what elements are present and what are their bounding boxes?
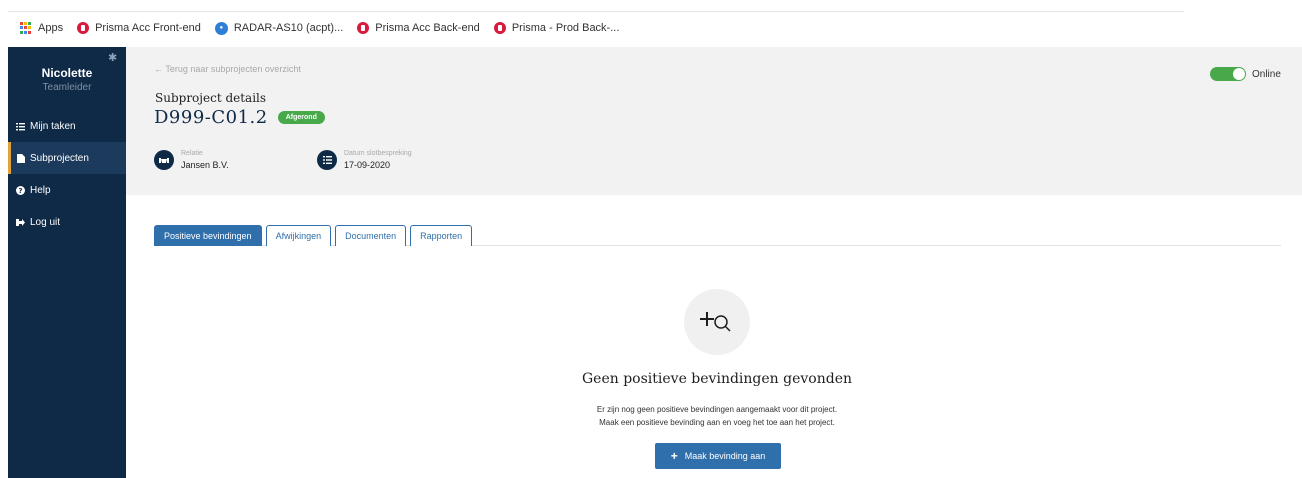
sidebar-item-label: Log uit (30, 216, 61, 228)
tab-documenten[interactable]: Documenten (335, 225, 407, 246)
tab-positieve-bevindingen[interactable]: Positieve bevindingen (154, 225, 262, 246)
empty-state-text: Er zijn nog geen positieve bevindingen a… (467, 403, 967, 429)
gear-icon[interactable]: ✱ (108, 53, 118, 64)
add-search-icon (700, 312, 731, 332)
create-finding-label: Maak bevinding aan (684, 451, 766, 461)
prisma-icon (77, 22, 90, 34)
subproject-header: ← Terug naar subprojecten overzicht Subp… (126, 47, 1302, 195)
datum-label: Datum slotbespreking (344, 150, 412, 157)
empty-state-illustration (684, 289, 750, 355)
tab-bar: Positieve bevindingen Afwijkingen Docume… (154, 225, 1281, 246)
datum-value: 17-09-2020 (344, 160, 391, 170)
online-toggle-group: Online (1210, 67, 1281, 81)
sidebar: ✱ Nicolette Teamleider Mijn taken Subpro… (8, 47, 126, 478)
browser-divider (8, 11, 1184, 12)
bookmark-prisma-acc-back-end[interactable]: Prisma Acc Back-end (357, 22, 480, 34)
back-link[interactable]: ← Terug naar subprojecten overzicht (154, 64, 301, 74)
toggle-knob (1233, 68, 1245, 80)
bookmark-list: Apps Prisma Acc Front-end ● RADAR-AS10 (… (20, 20, 633, 36)
user-name: Nicolette (41, 66, 93, 80)
sidebar-item-mijn-taken[interactable]: Mijn taken (8, 110, 126, 142)
tab-afwijkingen[interactable]: Afwijkingen (265, 225, 332, 246)
relatie-label: Relatie (181, 150, 203, 157)
radar-icon: ● (214, 21, 228, 35)
bookmarks-bar: Apps Prisma Acc Front-end ● RADAR-AS10 (… (0, 0, 1302, 40)
bookmark-apps[interactable]: Apps (20, 22, 63, 34)
sidebar-item-label: Help (30, 184, 51, 196)
title-row: D999-C01.2 Afgerond (154, 107, 325, 128)
create-finding-button[interactable]: + Maak bevinding aan (655, 443, 781, 469)
page-subtitle: Subproject details (155, 91, 267, 105)
user-panel: ✱ Nicolette Teamleider (8, 47, 126, 109)
empty-state-line2: Maak een positieve bevinding aan en voeg… (599, 418, 835, 427)
bookmark-label: RADAR-AS10 (acpt)... (233, 22, 344, 34)
list-icon (317, 150, 337, 170)
tab-rapporten[interactable]: Rapporten (410, 225, 473, 246)
online-toggle[interactable] (1210, 67, 1246, 81)
user-role: Teamleider (42, 82, 92, 93)
bookmark-label: Prisma - Prod Back-... (511, 22, 620, 34)
sidebar-item-help[interactable]: ? Help (8, 174, 126, 206)
sidebar-item-log-uit[interactable]: Log uit (8, 206, 126, 238)
plus-icon: + (670, 449, 678, 463)
prisma-icon (493, 22, 506, 34)
sidebar-item-label: Mijn taken (30, 120, 76, 132)
bookmark-radar-as10[interactable]: ● RADAR-AS10 (acpt)... (214, 21, 344, 35)
svg-text:?: ? (18, 187, 22, 195)
handshake-icon (154, 150, 174, 170)
list-icon (16, 122, 25, 131)
relatie-info: Relatie Jansen B.V. (154, 150, 229, 170)
bookmark-prisma-acc-front-end[interactable]: Prisma Acc Front-end (77, 22, 201, 34)
relatie-value: Jansen B.V. (181, 160, 229, 170)
page-title: D999-C01.2 (154, 107, 268, 128)
logout-icon (16, 218, 25, 227)
prisma-icon (357, 22, 370, 34)
datum-info: Datum slotbespreking 17-09-2020 (317, 150, 412, 170)
bookmark-label: Prisma Acc Back-end (375, 22, 480, 34)
status-badge: Afgerond (277, 111, 325, 124)
sidebar-item-subprojecten[interactable]: Subprojecten (8, 142, 126, 174)
apps-grid-icon (20, 22, 32, 34)
empty-state-title: Geen positieve bevindingen gevonden (582, 371, 852, 387)
sidebar-item-label: Subprojecten (30, 152, 89, 164)
bookmark-prisma-prod-back-end[interactable]: Prisma - Prod Back-... (493, 22, 620, 34)
file-icon (16, 153, 25, 163)
empty-state-line1: Er zijn nog geen positieve bevindingen a… (596, 405, 838, 414)
bookmark-label: Apps (38, 22, 64, 34)
bookmark-label: Prisma Acc Front-end (95, 22, 201, 34)
help-icon: ? (16, 185, 25, 195)
online-label: Online (1252, 68, 1281, 80)
